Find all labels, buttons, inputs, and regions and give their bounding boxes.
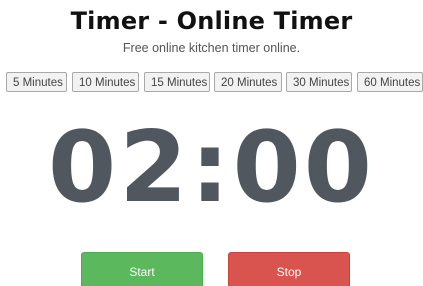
preset-button-row: 5 Minutes 10 Minutes 15 Minutes 20 Minut… <box>0 72 423 94</box>
stop-button[interactable]: Stop <box>228 252 350 286</box>
preset-10-minutes-button[interactable]: 10 Minutes <box>72 72 139 92</box>
preset-60-minutes-button[interactable]: 60 Minutes <box>357 72 423 92</box>
preset-30-minutes-button[interactable]: 30 Minutes <box>286 72 352 92</box>
start-button[interactable]: Start <box>81 252 203 286</box>
preset-15-minutes-button[interactable]: 15 Minutes <box>144 72 210 92</box>
page-title: Timer - Online Timer <box>70 7 353 35</box>
preset-20-minutes-button[interactable]: 20 Minutes <box>214 72 282 92</box>
preset-5-minutes-button[interactable]: 5 Minutes <box>6 72 67 92</box>
timer-display: 02:00 <box>48 111 375 225</box>
page-subtitle: Free online kitchen timer online. <box>122 41 301 55</box>
